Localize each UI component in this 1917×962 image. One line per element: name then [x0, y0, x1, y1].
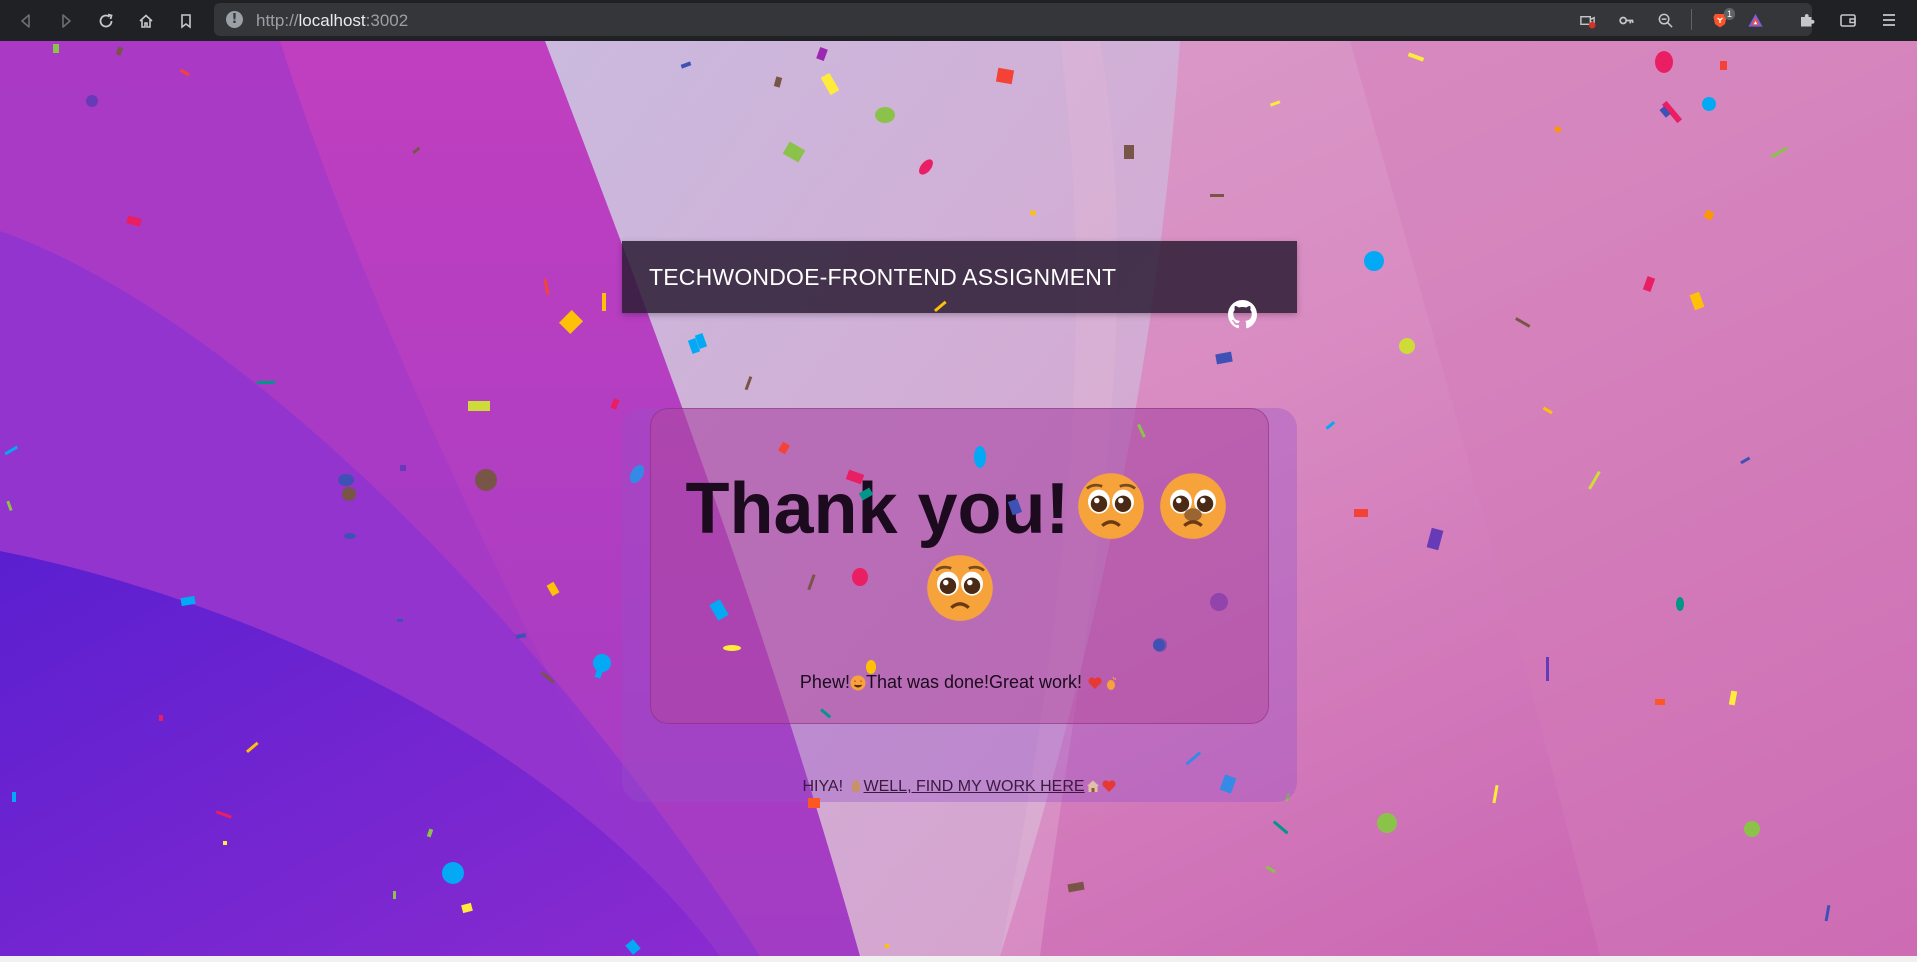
subtitle-great-work: That was done!Great work!: [865, 672, 1083, 692]
url-text[interactable]: http://localhost:3002: [256, 11, 408, 31]
extensions-button[interactable]: [1795, 8, 1819, 32]
url-host: localhost: [298, 11, 366, 30]
footer-prefix: HIYA!: [802, 778, 844, 795]
bookmark-button[interactable]: [172, 7, 200, 35]
pleading-face-tear-emoji-icon: [1159, 473, 1226, 539]
portfolio-link-text: WELL, FIND MY WORK HERE: [863, 778, 1085, 795]
home-button[interactable]: [132, 7, 160, 35]
thank-you-heading: Thank you!: [650, 468, 1269, 632]
star-struck-emoji-icon: [850, 675, 866, 691]
camera-blocked-icon[interactable]: [1577, 10, 1597, 30]
pleading-face-emoji-icon: [926, 555, 993, 621]
back-icon: [21, 14, 30, 28]
portfolio-link[interactable]: WELL, FIND MY WORK HERE: [864, 778, 1117, 795]
reload-button[interactable]: [92, 7, 120, 35]
header-bar: TECHWONDOE-FRONTEND ASSIGNMENT: [622, 241, 1297, 313]
wallet-icon: [1840, 14, 1856, 27]
footer-text: HIYA! WELL, FIND MY WORK HERE: [622, 778, 1297, 796]
brave-shields-button[interactable]: 1: [1704, 8, 1736, 30]
forward-icon: [62, 14, 71, 28]
clapping-hands-emoji-icon: [1107, 676, 1117, 690]
wallet-button[interactable]: [1836, 8, 1860, 32]
home-icon: [139, 14, 153, 28]
pleading-face-emoji-icon: [1077, 473, 1144, 539]
waving-hand-emoji-icon: [851, 779, 860, 793]
site-info-icon[interactable]: !: [226, 11, 243, 28]
puzzle-icon: [1801, 14, 1815, 27]
subtitle-text: Phew! That was done!Great work!: [650, 672, 1269, 693]
key-icon[interactable]: [1616, 10, 1636, 30]
header-title: TECHWONDOE-FRONTEND ASSIGNMENT: [649, 264, 1117, 290]
address-bar[interactable]: ! http://localhost:3002 1: [214, 3, 1812, 36]
reload-icon: [99, 13, 113, 28]
url-scheme: http://: [256, 11, 299, 30]
status-strip: [0, 956, 1917, 962]
brave-rewards-icon[interactable]: [1745, 10, 1765, 30]
github-icon[interactable]: [1228, 300, 1257, 329]
shields-badge: 1: [1724, 8, 1736, 20]
menu-button[interactable]: [1877, 8, 1901, 32]
url-port: :3002: [365, 11, 409, 30]
subtitle-phew: Phew!: [799, 672, 850, 692]
browser-toolbar: ! http://localhost:3002 1: [0, 0, 1917, 41]
toolbar-divider: [1691, 9, 1692, 30]
thank-you-text: Thank you!: [685, 469, 1070, 549]
hamburger-icon: [1883, 14, 1895, 26]
back-button[interactable]: [12, 7, 40, 35]
house-emoji-icon: [1086, 780, 1099, 792]
heart-emoji-icon: [1101, 780, 1116, 792]
heart-emoji-icon: [1088, 677, 1102, 689]
forward-button[interactable]: [52, 7, 80, 35]
zoom-out-icon[interactable]: [1655, 10, 1675, 30]
bookmark-icon: [181, 14, 191, 29]
